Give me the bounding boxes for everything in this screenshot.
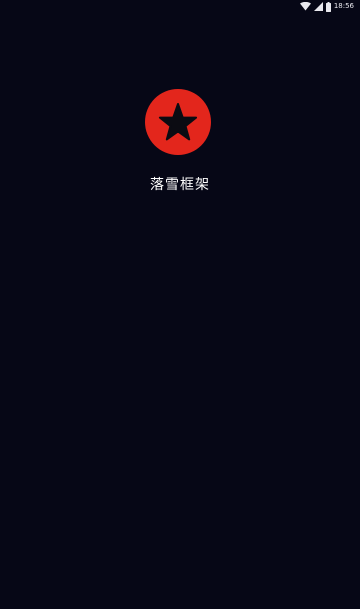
app-title: 落雪框架	[150, 177, 210, 193]
app-logo	[145, 89, 211, 155]
signal-icon	[313, 2, 323, 11]
battery-icon	[325, 1, 331, 12]
status-bar: 18:56	[0, 0, 360, 14]
status-icons: 18:56	[299, 1, 354, 12]
status-time: 18:56	[333, 2, 354, 10]
star-icon	[145, 89, 211, 155]
wifi-icon	[299, 2, 311, 11]
splash-screen: 18:56 落雪框架	[0, 0, 360, 609]
